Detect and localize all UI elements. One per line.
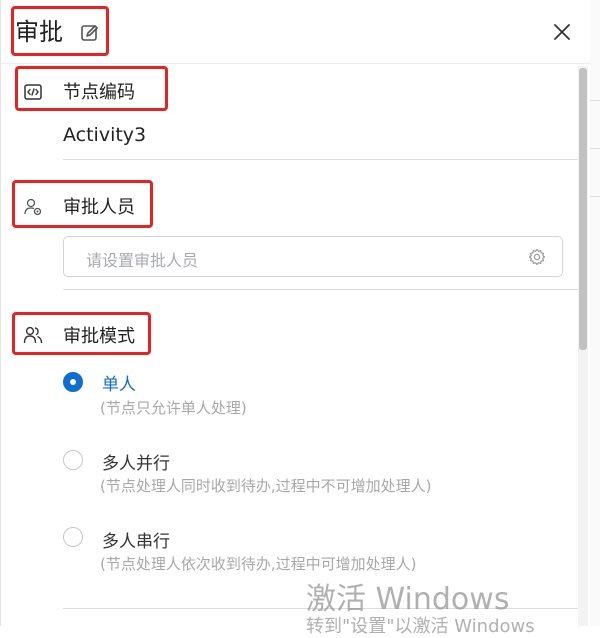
radio-parallel[interactable] — [63, 450, 83, 470]
approvers-highlight-box — [12, 180, 153, 228]
scrollbar-thumb[interactable] — [579, 68, 587, 350]
node-code-divider — [63, 159, 578, 160]
approvers-placeholder: 请设置审批人员 — [86, 251, 199, 270]
background-divider — [590, 148, 600, 149]
approvers-input[interactable]: 请设置审批人员 — [63, 236, 563, 277]
close-icon[interactable] — [550, 20, 574, 44]
approval-panel: 审批 节点编码 Activity3 审批人员 请设置审批人员 审批模式 单人 (… — [0, 0, 591, 637]
option-serial-desc: (节点处理人依次收到待办,过程中可增加处理人) — [100, 555, 417, 573]
vertical-scrollbar[interactable] — [578, 66, 588, 626]
activation-watermark-subtitle: 转到"设置"以激活 Windows — [306, 616, 535, 637]
option-single-desc: (节点只允许单人处理) — [100, 399, 247, 417]
gear-icon[interactable] — [528, 248, 546, 266]
option-parallel-desc: (节点处理人同时收到待办,过程中不可增加处理人) — [100, 477, 432, 495]
title-highlight-box — [11, 6, 109, 56]
node-code-highlight-box — [15, 66, 168, 111]
option-serial-label[interactable]: 多人串行 — [102, 527, 170, 552]
approvers-divider — [63, 289, 578, 290]
background-strip — [590, 0, 600, 626]
option-single-label[interactable]: 单人 — [102, 370, 136, 395]
option-parallel-label[interactable]: 多人并行 — [102, 449, 170, 474]
background-divider — [590, 196, 600, 197]
background-divider — [590, 100, 600, 101]
radio-single[interactable] — [63, 372, 83, 392]
node-code-value[interactable]: Activity3 — [63, 124, 146, 146]
mode-highlight-box — [12, 312, 151, 355]
radio-serial[interactable] — [63, 527, 83, 547]
